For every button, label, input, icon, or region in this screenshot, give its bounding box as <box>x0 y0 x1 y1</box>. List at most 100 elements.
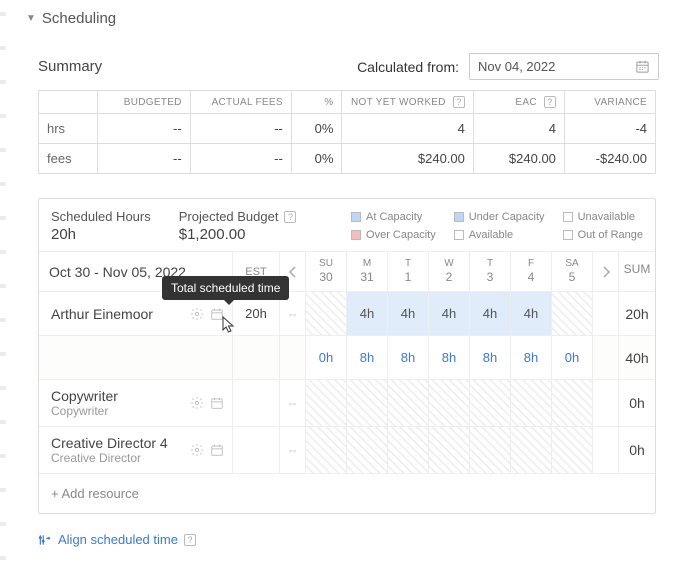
calendar-icon[interactable] <box>210 396 224 410</box>
cell: -$240.00 <box>564 144 655 174</box>
day-cell[interactable] <box>551 427 592 473</box>
day-cell[interactable]: 0h <box>551 336 592 379</box>
day-header: F4 <box>510 252 551 291</box>
summary-col-header: EAC ? <box>473 91 564 114</box>
cell: $240.00 <box>473 144 564 174</box>
distribute-icon[interactable]: ⇔ <box>279 380 305 426</box>
cell: -- <box>190 144 291 174</box>
calculated-from-date-input[interactable]: Nov 04, 2022 <box>469 53 659 80</box>
cell: 4 <box>342 114 473 144</box>
summary-col-header: % <box>291 91 342 114</box>
gear-icon[interactable] <box>190 396 204 410</box>
collapse-triangle-icon[interactable]: ▼ <box>26 13 36 24</box>
day-cell[interactable]: 4h <box>469 292 510 335</box>
cell: $240.00 <box>342 144 473 174</box>
capacity-legend: At Capacity Under Capacity Unavailable O… <box>351 209 643 243</box>
calendar-icon[interactable] <box>210 307 224 321</box>
arrow-spacer <box>592 336 618 379</box>
projected-budget-label: Projected Budget <box>179 209 279 224</box>
projected-budget-value: $1,200.00 <box>179 226 297 243</box>
help-icon[interactable]: ? <box>544 96 556 108</box>
help-icon[interactable]: ? <box>184 534 196 546</box>
sum-cell: 0h <box>618 380 655 426</box>
resource-row: CopywriterCopywriter ⇔ 0h <box>39 380 655 427</box>
gear-icon[interactable] <box>190 443 204 457</box>
cell: -4 <box>564 114 655 144</box>
section-header[interactable]: ▼ Scheduling <box>26 0 659 33</box>
day-cell[interactable]: 4h <box>428 292 469 335</box>
resource-row: Creative Director 4Creative Director⇔0h <box>39 427 655 474</box>
help-icon[interactable]: ? <box>284 211 296 223</box>
day-cell[interactable] <box>551 292 592 335</box>
day-cell[interactable]: 8h <box>346 336 387 379</box>
day-cell[interactable]: 8h <box>469 336 510 379</box>
sum-cell: 40h <box>618 336 655 379</box>
day-header: SA5 <box>551 252 592 291</box>
row-label: fees <box>39 144 98 174</box>
est-cell[interactable] <box>232 336 279 379</box>
calculated-from-label: Calculated from: <box>357 59 459 75</box>
day-cell[interactable]: 8h <box>510 336 551 379</box>
gear-icon[interactable] <box>190 307 204 321</box>
day-cell[interactable] <box>510 380 551 426</box>
date-value: Nov 04, 2022 <box>478 59 555 74</box>
day-header: M31 <box>346 252 387 291</box>
day-header: W2 <box>428 252 469 291</box>
day-cell[interactable]: 4h <box>346 292 387 335</box>
day-cell[interactable] <box>551 380 592 426</box>
day-cell[interactable] <box>428 427 469 473</box>
table-row: fees----0%$240.00$240.00-$240.00 <box>39 144 656 174</box>
est-cell[interactable] <box>232 427 279 473</box>
scheduled-hours-value: 20h <box>51 226 151 243</box>
day-cell[interactable] <box>387 427 428 473</box>
day-header: SU30 <box>305 252 346 291</box>
distribute-icon[interactable]: ⇔ <box>279 427 305 473</box>
day-cell[interactable] <box>346 427 387 473</box>
next-week-button[interactable] <box>592 252 618 291</box>
arrow-spacer <box>592 380 618 426</box>
cell: 0% <box>291 144 342 174</box>
help-icon[interactable]: ? <box>453 96 465 108</box>
swatch-unavailable <box>563 212 573 222</box>
swatch-out-of-range <box>563 230 573 240</box>
section-title: Scheduling <box>42 10 116 27</box>
arrow-spacer <box>279 336 305 379</box>
summary-table: BUDGETEDACTUAL FEES%NOT YET WORKED ?EAC … <box>38 90 656 174</box>
est-cell[interactable] <box>232 380 279 426</box>
totals-row: 0h8h8h8h8h8h0h40h <box>39 336 655 380</box>
scheduling-grid: Scheduled Hours 20h Projected Budget? $1… <box>38 198 656 514</box>
day-cell[interactable] <box>387 380 428 426</box>
calendar-icon[interactable] <box>635 59 650 74</box>
resource-role: Creative Director <box>51 451 184 465</box>
day-cell[interactable]: 4h <box>510 292 551 335</box>
summary-col-header: ACTUAL FEES <box>190 91 291 114</box>
cell: -- <box>97 114 190 144</box>
day-header: T1 <box>387 252 428 291</box>
day-cell[interactable]: 4h <box>387 292 428 335</box>
day-cell[interactable] <box>469 427 510 473</box>
day-cell[interactable] <box>346 380 387 426</box>
day-cell[interactable] <box>305 427 346 473</box>
day-cell[interactable] <box>305 380 346 426</box>
day-cell[interactable] <box>469 380 510 426</box>
resource-name: Arthur Einemoor <box>51 306 184 322</box>
calendar-icon[interactable] <box>210 443 224 457</box>
day-cell[interactable]: 0h <box>305 336 346 379</box>
summary-col-header: NOT YET WORKED ? <box>342 91 473 114</box>
sum-cell: 0h <box>618 427 655 473</box>
day-cell[interactable] <box>305 292 346 335</box>
day-cell[interactable]: 8h <box>428 336 469 379</box>
day-cell[interactable] <box>428 380 469 426</box>
date-range-row: Oct 30 - Nov 05, 2022 EST SU30M31T1W2T3F… <box>39 252 655 292</box>
add-resource-button[interactable]: + Add resource <box>39 474 655 513</box>
day-cell[interactable]: 8h <box>387 336 428 379</box>
sum-cell: 20h <box>618 292 655 335</box>
align-scheduled-time-link[interactable]: Align scheduled time ? <box>26 514 659 547</box>
cell: 0% <box>291 114 342 144</box>
table-row: hrs----0%44-4 <box>39 114 656 144</box>
day-cell[interactable] <box>510 427 551 473</box>
swatch-under-capacity <box>454 212 464 222</box>
resource-role: Copywriter <box>51 404 184 418</box>
cell: 4 <box>473 114 564 144</box>
resource-name: Copywriter <box>51 388 184 404</box>
